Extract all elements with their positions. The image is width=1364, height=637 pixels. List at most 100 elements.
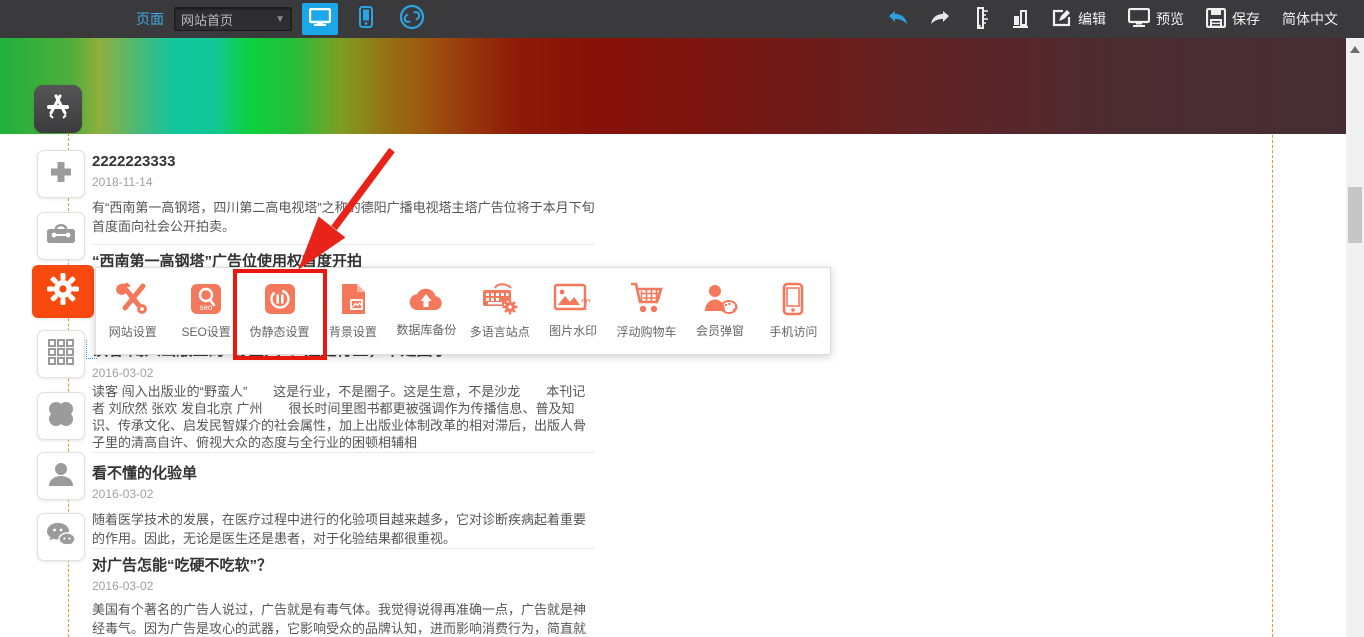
stats-button[interactable] — [1012, 8, 1030, 31]
article-title[interactable]: 看不懂的化验单 — [92, 464, 595, 484]
preview-button[interactable]: 预览 — [1128, 8, 1184, 31]
selection-outline-fragment — [86, 340, 97, 359]
article-date: 2016-03-02 — [92, 487, 595, 502]
menu-item-site-settings[interactable]: 网站设置 — [96, 268, 169, 354]
hero-gradient-banner — [0, 38, 1346, 134]
article-date: 2016-03-02 — [92, 579, 595, 594]
article-excerpt: 有“西南第一高钢塔，四川第二高电视塔”之称的德阳广播电视塔主塔广告位将于本月下旬… — [92, 198, 595, 236]
cart-icon — [629, 282, 665, 316]
menu-item-label: 伪静态设置 — [250, 323, 310, 340]
mobile-view-button[interactable] — [348, 3, 384, 35]
sidebar-item-plugins[interactable] — [37, 392, 85, 440]
site-tools-icon — [115, 282, 151, 316]
article-excerpt: 随着医学技术的发展，在医疗过程中进行的化验项目越来越多，它对诊断疾病起着重要的作… — [92, 510, 595, 548]
chevron-down-icon: ▼ — [275, 14, 285, 25]
save-button[interactable]: 保存 — [1206, 8, 1260, 31]
link-button[interactable] — [394, 3, 430, 35]
toolbox-icon — [46, 222, 76, 251]
edit-label: 编辑 — [1078, 9, 1106, 29]
ruler-icon — [974, 7, 990, 32]
article-subtitle-clipped: 读客 闯入出版业的“野蛮人”：这是行业，不是圈子 — [92, 354, 595, 363]
layout-guide-right — [1272, 135, 1273, 637]
menu-item-database-backup[interactable]: 数据库备份 — [390, 268, 463, 354]
news-article[interactable]: 对广告怎能“吃硬不吃软”？ 2016-03-02 美国有个著名的广告人说过，广告… — [92, 556, 595, 637]
preview-monitor-icon — [1128, 8, 1150, 31]
link-icon — [399, 4, 425, 35]
undo-icon — [886, 10, 908, 29]
menu-item-pseudo-static-settings[interactable]: 伪静态设置 — [243, 268, 316, 354]
menu-item-background-settings[interactable]: 背景设置 — [316, 268, 389, 354]
save-icon — [1206, 8, 1226, 31]
menu-item-label: 图片水印 — [549, 322, 597, 339]
sidebar-item-app-logo[interactable] — [34, 85, 82, 133]
menu-item-label: 数据库备份 — [396, 321, 456, 338]
article-date: 2018-11-14 — [92, 175, 595, 190]
menu-item-image-watermark[interactable]: T 图片水印 — [536, 268, 609, 354]
scrollbar-thumb[interactable] — [1348, 187, 1362, 243]
app-store-icon — [43, 92, 73, 127]
mobile-access-icon — [782, 282, 804, 316]
scroll-up-arrow-icon[interactable] — [1350, 46, 1360, 53]
sidebar-item-add[interactable] — [37, 150, 85, 198]
article-divider — [92, 548, 595, 549]
menu-item-label: 会员弹窗 — [696, 322, 744, 339]
preview-label: 预览 — [1156, 9, 1184, 29]
wechat-chat-icon — [46, 522, 76, 553]
modules-grid-icon — [48, 339, 74, 370]
redo-icon — [930, 10, 952, 29]
page-select-dropdown[interactable]: 网站首页 ▼ — [174, 7, 292, 31]
sidebar-item-wechat[interactable] — [37, 513, 85, 561]
save-label: 保存 — [1232, 9, 1260, 29]
svg-text:T: T — [580, 297, 591, 314]
undo-button[interactable] — [886, 10, 908, 29]
menu-item-floating-cart[interactable]: 浮动购物车 — [610, 268, 683, 354]
article-divider — [92, 244, 595, 245]
pseudo-static-icon — [263, 282, 297, 316]
article-title[interactable]: 2222223333 — [92, 152, 595, 172]
menu-item-label: 浮动购物车 — [617, 323, 677, 340]
sidebar-item-settings[interactable] — [32, 265, 94, 318]
language-switcher[interactable]: 简体中文 — [1282, 9, 1338, 29]
menu-item-label: 多语言站点 — [470, 323, 530, 340]
desktop-view-button[interactable] — [302, 3, 338, 35]
top-toolbar: 页面 网站首页 ▼ — [0, 0, 1364, 38]
desktop-icon — [309, 8, 331, 31]
article-title[interactable]: 对广告怎能“吃硬不吃软”？ — [92, 556, 595, 576]
cloud-backup-icon — [406, 284, 446, 314]
member-icon — [47, 460, 75, 493]
layout-guide-left — [68, 133, 69, 637]
menu-item-member-popup[interactable]: 会员弹窗 — [683, 268, 756, 354]
mobile-icon — [359, 6, 373, 33]
menu-item-label: 网站设置 — [109, 323, 157, 340]
language-label: 简体中文 — [1282, 9, 1338, 29]
menu-item-multilang-site[interactable]: 多语言站点 — [463, 268, 536, 354]
article-date: 2016-03-02 — [92, 366, 595, 381]
ruler-button[interactable] — [974, 7, 990, 32]
multilang-keyboard-icon — [481, 282, 519, 316]
settings-gear-icon — [46, 272, 80, 311]
edit-button[interactable]: 编辑 — [1052, 8, 1106, 31]
watermark-image-icon: T — [553, 283, 593, 315]
news-article[interactable]: 看不懂的化验单 2016-03-02 随着医学技术的发展，在医疗过程中进行的化验… — [92, 464, 595, 548]
svg-text:seo: seo — [200, 303, 213, 312]
menu-item-mobile-access[interactable]: 手机访问 — [757, 268, 830, 354]
page-label: 页面 — [136, 9, 164, 29]
plugins-clover-icon — [47, 400, 75, 433]
page-select-value: 网站首页 — [181, 10, 233, 29]
news-list: 2222223333 2018-11-14 有“西南第一高钢塔，四川第二高电视塔… — [92, 152, 595, 637]
menu-item-label: 背景设置 — [329, 323, 377, 340]
redo-button[interactable] — [930, 10, 952, 29]
edit-icon — [1052, 8, 1072, 31]
page-scrollbar[interactable] — [1346, 38, 1364, 637]
menu-item-seo-settings[interactable]: seo SEO设置 — [169, 268, 242, 354]
member-popup-icon — [702, 283, 738, 315]
background-page-icon — [338, 282, 368, 316]
stats-icon — [1012, 8, 1030, 31]
news-article[interactable]: 2222223333 2018-11-14 有“西南第一高钢塔，四川第二高电视塔… — [92, 152, 595, 236]
sidebar-item-member[interactable] — [37, 452, 85, 500]
article-excerpt: 美国有个著名的广告人说过，广告就是有毒气体。我觉得说得再准确一点，广告就是神经毒… — [92, 600, 595, 637]
menu-item-label: SEO设置 — [181, 323, 230, 340]
seo-search-icon: seo — [189, 282, 223, 316]
sidebar-item-modules[interactable] — [37, 330, 85, 378]
sidebar-item-toolbox[interactable] — [37, 212, 85, 260]
